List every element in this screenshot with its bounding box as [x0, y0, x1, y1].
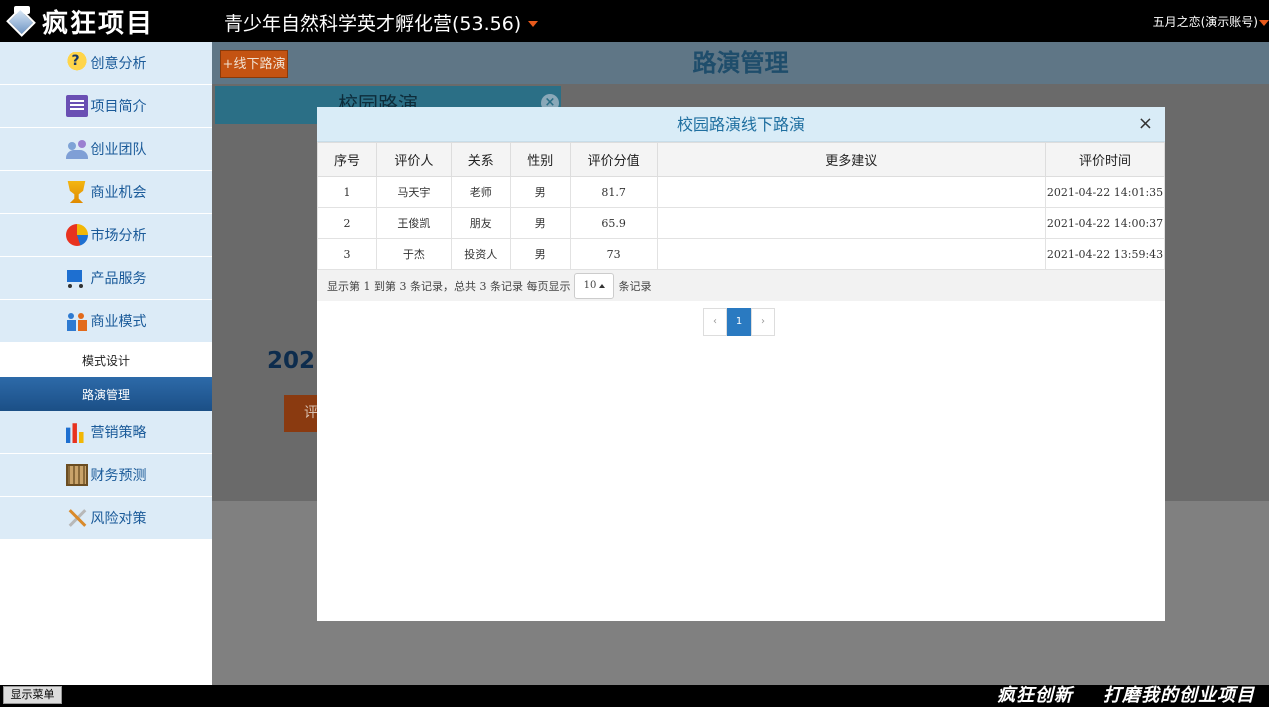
sidebar-item-business-model[interactable]: 商业模式 [0, 300, 212, 343]
show-menu-button[interactable]: 显示菜单 [3, 686, 62, 704]
table-cell: 男 [509, 176, 571, 208]
pagination-suffix: 条记录 [618, 279, 652, 293]
sidebar-item-creative-analysis[interactable]: 创意分析 [0, 42, 212, 85]
table-cell: 老师 [450, 176, 511, 208]
cart-icon [66, 267, 88, 289]
caret-up-icon [599, 283, 606, 288]
sidebar-item-label: 财务预测 [90, 468, 147, 484]
column-header[interactable]: 评价分值 [569, 142, 658, 177]
sidebar: 创意分析 项目简介 创业团队 商业机会 市场分析 产品服务 商业模式 模式设计 … [0, 42, 212, 685]
table-cell [656, 176, 1047, 208]
page-button[interactable]: 1 [727, 308, 751, 336]
sidebar-item-label: 创业团队 [90, 142, 147, 158]
sidebar-item-project-intro[interactable]: 项目简介 [0, 85, 212, 128]
table-cell: 朋友 [450, 207, 511, 239]
column-header[interactable]: 更多建议 [656, 142, 1047, 177]
sidebar-item-finance[interactable]: 财务预测 [0, 454, 212, 497]
evaluate-button[interactable]: 评 [284, 395, 318, 432]
sidebar-item-team[interactable]: 创业团队 [0, 128, 212, 171]
evaluation-table: 序号 评价人 关系 性别 评价分值 更多建议 评价时间 1 马天宇 老师 男 8… [317, 142, 1165, 270]
table-cell [656, 238, 1047, 270]
abacus-icon [65, 464, 88, 486]
table-cell: 2021-04-22 14:00:37 [1045, 207, 1165, 239]
team-icon [65, 138, 88, 160]
caret-down-icon [528, 21, 539, 27]
sidebar-subitem-model-design[interactable]: 模式设计 [0, 343, 212, 377]
table-row: 1 马天宇 老师 男 81.7 2021-04-22 14:01:35 [317, 176, 1165, 208]
prev-page-button[interactable]: ‹ [703, 308, 727, 336]
app-logo[interactable]: 疯狂项目 [4, 4, 155, 39]
footer-slogan: 疯狂创新 打磨我的创业项目 [967, 685, 1255, 707]
page-size-value: 10 [583, 280, 597, 291]
project-title: 青少年自然科学英才孵化营(53.56) [224, 13, 522, 35]
lightbulb-question-icon [65, 52, 88, 74]
sidebar-item-label: 市场分析 [90, 228, 147, 244]
swords-icon [66, 507, 88, 529]
sidebar-item-label: 商业机会 [90, 185, 147, 201]
table-cell: 马天宇 [375, 176, 452, 208]
sidebar-item-risk[interactable]: 风险对策 [0, 497, 212, 540]
caret-down-icon [1259, 20, 1269, 26]
sidebar-item-label: 创意分析 [90, 56, 147, 72]
column-header[interactable]: 评价时间 [1045, 142, 1165, 177]
table-cell: 1 [317, 176, 377, 208]
sidebar-subitem-roadshow[interactable]: 路演管理 [0, 377, 212, 411]
column-header[interactable]: 评价人 [375, 142, 452, 177]
column-header[interactable]: 序号 [317, 142, 377, 177]
sidebar-item-label: 风险对策 [90, 511, 147, 527]
table-cell [656, 207, 1047, 239]
table-cell: 2 [317, 207, 377, 239]
sidebar-item-market[interactable]: 市场分析 [0, 214, 212, 257]
sidebar-item-marketing[interactable]: 营销策略 [0, 411, 212, 454]
modal-header: 校园路演线下路演 × [317, 107, 1165, 142]
pie-chart-icon [65, 224, 88, 246]
trophy-icon [67, 181, 86, 203]
evaluation-modal: 校园路演线下路演 × 序号 评价人 关系 性别 评价分值 更多建议 评价时间 1… [317, 107, 1165, 621]
table-cell: 王俊凯 [375, 207, 452, 239]
table-cell: 男 [509, 207, 571, 239]
column-header[interactable]: 关系 [450, 142, 511, 177]
table-cell: 2021-04-22 14:01:35 [1045, 176, 1165, 208]
sidebar-item-label: 商业模式 [90, 314, 147, 330]
bar-chart-icon [65, 423, 84, 443]
sidebar-item-label: 产品服务 [90, 271, 147, 287]
top-bar: 疯狂项目 青少年自然科学英才孵化营(53.56) 五月之恋(演示账号) [0, 0, 1269, 42]
project-selector[interactable]: 青少年自然科学英才孵化营(53.56) [224, 9, 539, 36]
table-header-row: 序号 评价人 关系 性别 评价分值 更多建议 评价时间 [317, 142, 1165, 177]
table-row: 3 于杰 投资人 男 73 2021-04-22 13:59:43 [317, 238, 1165, 270]
sidebar-item-products[interactable]: 产品服务 [0, 257, 212, 300]
pagination: ‹ 1 › [703, 308, 775, 336]
logo-text: 疯狂项目 [42, 8, 155, 39]
sidebar-item-opportunity[interactable]: 商业机会 [0, 171, 212, 214]
document-icon [65, 95, 88, 117]
modal-title: 校园路演线下路演 [676, 115, 805, 134]
user-menu[interactable]: 五月之恋(演示账号) [1153, 13, 1269, 30]
next-page-button[interactable]: › [751, 308, 775, 336]
slogan-part: 疯狂创新 [997, 685, 1073, 706]
sidebar-item-label: 项目简介 [90, 99, 147, 115]
page-size-select[interactable]: 10 [574, 272, 615, 299]
table-cell: 65.9 [569, 207, 658, 239]
close-icon[interactable]: × [1138, 113, 1153, 134]
add-offline-roadshow-button[interactable]: +线下路演 [220, 50, 288, 78]
table-cell: 男 [509, 238, 571, 270]
table-cell: 于杰 [375, 238, 452, 270]
sidebar-item-label: 营销策略 [90, 425, 147, 441]
people-icon [66, 310, 88, 332]
pagination-text: 显示第 1 到第 3 条记录，总共 3 条记录 每页显示 [327, 279, 571, 293]
table-cell: 2021-04-22 13:59:43 [1045, 238, 1165, 270]
page-title: 路演管理 [692, 49, 789, 77]
table-cell: 3 [317, 238, 377, 270]
table-row: 2 王俊凯 朋友 男 65.9 2021-04-22 14:00:37 [317, 207, 1165, 239]
pagination-info: 显示第 1 到第 3 条记录，总共 3 条记录 每页显示 10 条记录 [317, 270, 1165, 301]
table-cell: 投资人 [450, 238, 511, 270]
column-header[interactable]: 性别 [509, 142, 571, 177]
user-name: 五月之恋(演示账号) [1152, 15, 1258, 29]
slogan-part: 打磨我的创业项目 [1103, 685, 1255, 706]
table-cell: 81.7 [569, 176, 658, 208]
logo-icon [4, 6, 38, 37]
table-cell: 73 [569, 238, 658, 270]
